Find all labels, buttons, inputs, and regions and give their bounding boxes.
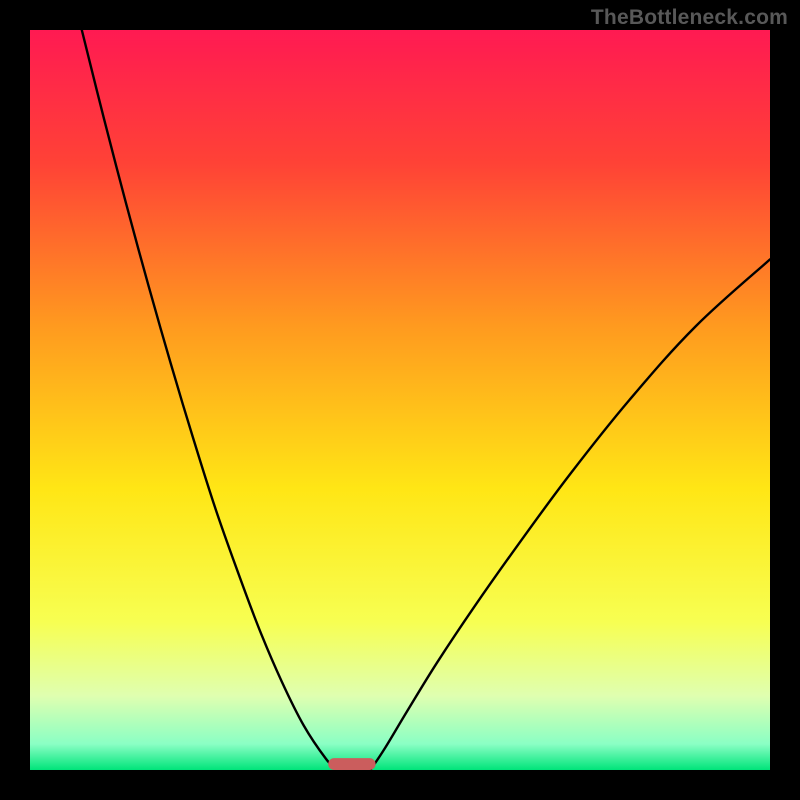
chart-stage: TheBottleneck.com [0, 0, 800, 800]
bottleneck-chart [0, 0, 800, 800]
plot-background [30, 30, 770, 770]
optimal-marker [328, 758, 375, 770]
watermark-text: TheBottleneck.com [591, 6, 788, 30]
